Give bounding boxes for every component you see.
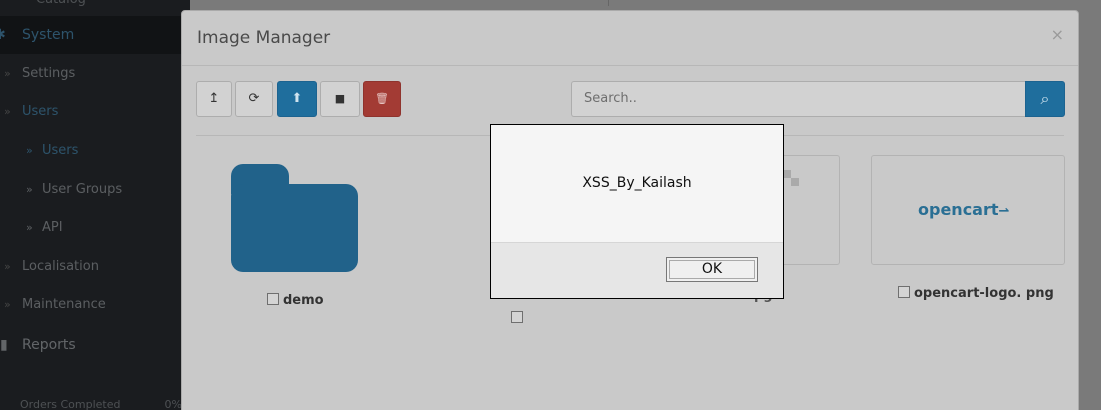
image-caption: opencart-logo. png — [898, 286, 1054, 301]
folder-caption: demo — [267, 293, 324, 308]
search-icon: ⌕ — [1040, 89, 1050, 108]
select-checkbox[interactable] — [511, 311, 523, 323]
folder-thumbnail[interactable] — [231, 164, 358, 272]
upload-button[interactable]: ⬆ — [277, 81, 317, 117]
ok-button-label: OK — [701, 261, 723, 277]
close-icon[interactable]: × — [1051, 25, 1064, 44]
image-thumbnail[interactable]: opencart⇀ — [871, 155, 1065, 265]
search-button[interactable]: ⌕ — [1025, 81, 1065, 117]
new-folder-button[interactable]: ■ — [320, 81, 360, 117]
alert-message: XSS_By_Kailash — [582, 175, 692, 191]
search-input[interactable]: Search.. — [571, 81, 1026, 117]
image-caption — [511, 311, 527, 326]
modal-title: Image Manager — [197, 28, 331, 48]
transparent-pattern — [791, 178, 799, 186]
modal-header: Image Manager × — [182, 11, 1078, 66]
alert-footer: OK — [491, 242, 783, 298]
image-name[interactable]: opencart-logo. png — [914, 286, 1054, 301]
folder-icon — [231, 184, 358, 272]
folder-name[interactable]: demo — [283, 293, 324, 308]
select-checkbox[interactable] — [898, 286, 910, 298]
delete-button[interactable]: 🗑 — [363, 81, 401, 117]
cart-icon: ⇀ — [998, 204, 1010, 219]
alert-dialog: XSS_By_Kailash OK — [490, 124, 784, 299]
opencart-logo: opencart⇀ — [918, 200, 1010, 219]
refresh-button[interactable]: ⟳ — [235, 81, 273, 117]
select-checkbox[interactable] — [267, 293, 279, 305]
transparent-pattern — [783, 170, 791, 178]
parent-folder-button[interactable]: ↥ — [196, 81, 232, 117]
ok-button[interactable]: OK — [666, 257, 758, 282]
